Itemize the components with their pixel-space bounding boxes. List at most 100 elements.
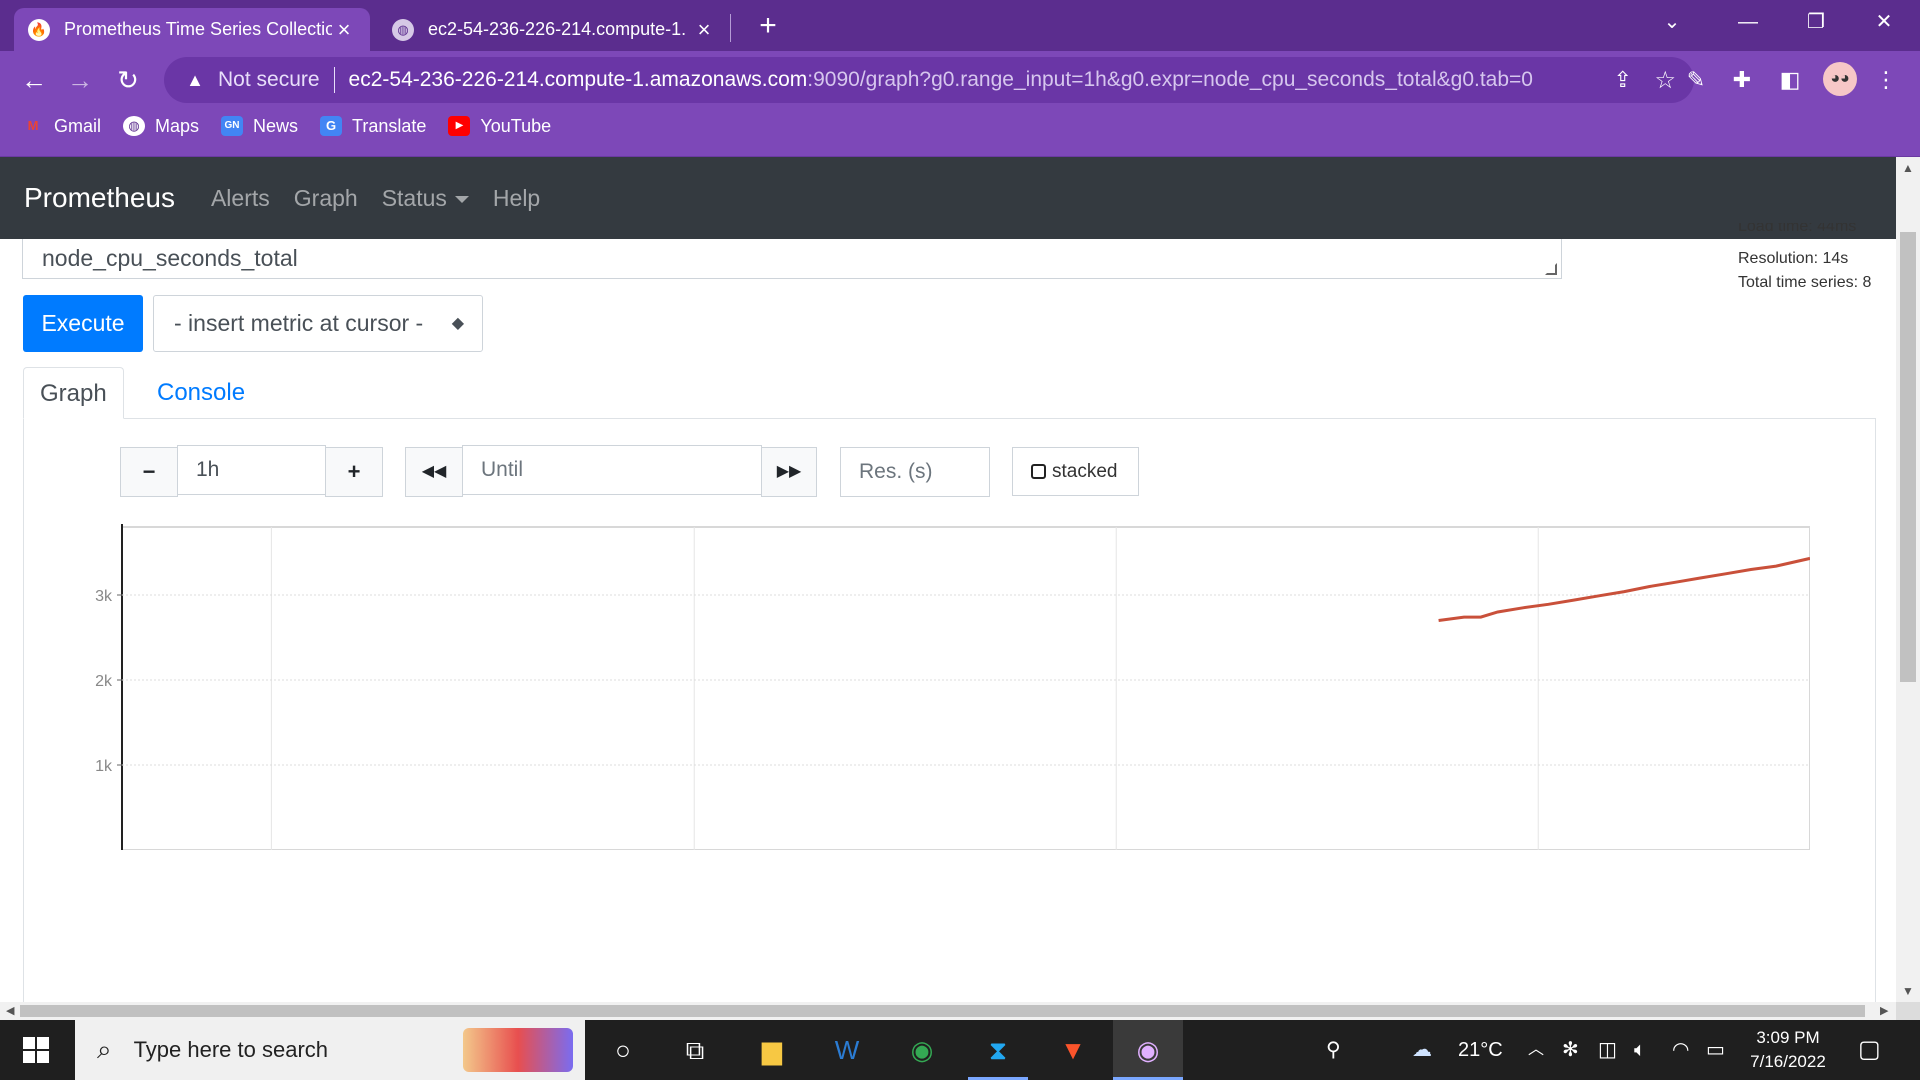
- bookmark-translate[interactable]: G Translate: [320, 116, 426, 137]
- bookmark-gmail[interactable]: M Gmail: [22, 116, 101, 137]
- graph-chart[interactable]: 3k 2k 1k: [70, 510, 1810, 850]
- chevron-up-icon[interactable]: ︿: [1528, 1020, 1544, 1080]
- clock-time: 3:09 PM: [1756, 1028, 1820, 1047]
- windows-start-icon[interactable]: [14, 1035, 58, 1065]
- news-icon: GN: [221, 116, 244, 136]
- vertical-scrollbar[interactable]: ▲ ▼: [1896, 157, 1920, 1002]
- decrease-range-button[interactable]: −: [120, 447, 178, 497]
- profile-avatar[interactable]: ◕◕: [1823, 62, 1857, 96]
- close-tab-icon[interactable]: ×: [332, 17, 356, 43]
- stacked-label: stacked: [1052, 461, 1118, 482]
- divider: [333, 67, 335, 93]
- query-stats: Load time: 44ms Resolution: 14s Total ti…: [1738, 223, 1871, 295]
- word-icon[interactable]: W: [817, 1020, 877, 1080]
- share-icon[interactable]: ⇪: [1614, 67, 1632, 93]
- metric-select-value: - insert metric at cursor -: [174, 310, 424, 336]
- until-input[interactable]: Until: [462, 445, 762, 495]
- cortana-icon[interactable]: ○: [593, 1020, 653, 1080]
- weather-temp[interactable]: 21°C: [1458, 1020, 1503, 1080]
- taskbar-search-box[interactable]: ⌕ Type here to search: [75, 1020, 585, 1080]
- forward-arrow-icon[interactable]: →: [60, 60, 100, 100]
- expression-input[interactable]: node_cpu_seconds_total: [22, 239, 1562, 279]
- meet-now-icon[interactable]: ◫: [1598, 1020, 1617, 1080]
- select-arrows-icon: ◆: [451, 315, 464, 332]
- bookmark-star-icon[interactable]: ☆: [1654, 66, 1676, 95]
- weather-cloud-icon[interactable]: ☁: [1412, 1020, 1432, 1080]
- scroll-left-icon[interactable]: ◀: [6, 1002, 14, 1020]
- search-highlight-art: [463, 1028, 573, 1072]
- metric-select[interactable]: - insert metric at cursor - ◆: [153, 295, 483, 352]
- people-icon[interactable]: ⚲: [1326, 1020, 1341, 1080]
- scroll-corner: [1896, 1002, 1920, 1020]
- nav-status[interactable]: Status: [382, 185, 469, 212]
- bookmark-news[interactable]: GN News: [221, 116, 298, 137]
- translate-icon: G: [320, 116, 343, 136]
- forward-in-time-button[interactable]: ▶▶: [761, 447, 817, 497]
- taskbar-clock[interactable]: 3:09 PM 7/16/2022: [1738, 1026, 1838, 1074]
- reload-icon[interactable]: ↻: [108, 60, 148, 100]
- increase-range-button[interactable]: +: [325, 447, 383, 497]
- notifications-icon[interactable]: ▢: [1858, 1020, 1881, 1080]
- tab-search-button[interactable]: ⌄: [1642, 0, 1702, 44]
- side-panel-icon[interactable]: ◧: [1770, 60, 1810, 100]
- stacked-toggle-button[interactable]: stacked: [1012, 447, 1139, 496]
- chrome-icon[interactable]: ◉: [892, 1020, 952, 1080]
- browser-toolbar: ← → ↻ ▲ Not secure ec2-54-236-226-214.co…: [0, 51, 1920, 157]
- chrome-profile-icon[interactable]: ◉: [1113, 1020, 1183, 1080]
- back-in-time-button[interactable]: ◀◀: [405, 447, 463, 497]
- y-tick-label: 1k: [95, 758, 113, 775]
- plot-area: [121, 526, 1810, 850]
- brand-logo-text[interactable]: Prometheus: [24, 182, 175, 214]
- bookmark-maps[interactable]: ◍ Maps: [123, 116, 199, 137]
- battery-icon[interactable]: ▭: [1706, 1020, 1725, 1080]
- slack-icon[interactable]: ✻: [1562, 1020, 1579, 1080]
- pen-extension-icon[interactable]: ✎: [1676, 60, 1716, 100]
- tab-graph[interactable]: Graph: [23, 367, 124, 419]
- windows-taskbar: ⌕ Type here to search ○ ⧉ ▆ W ◉ ⧗ ▼ ◉ ⚲ …: [0, 1020, 1920, 1080]
- browser-tab-ec2[interactable]: ◍ ec2-54-236-226-214.compute-1. ×: [378, 8, 730, 51]
- close-window-button[interactable]: ✕: [1854, 0, 1914, 44]
- wifi-icon[interactable]: ◠: [1672, 1020, 1689, 1080]
- scroll-down-icon[interactable]: ▼: [1896, 984, 1920, 998]
- youtube-icon: ▶: [448, 116, 471, 136]
- clock-date: 7/16/2022: [1750, 1052, 1826, 1071]
- bookmarks-bar: M Gmail ◍ Maps GN News G Translate ▶ You…: [0, 111, 551, 141]
- horizontal-scrollbar[interactable]: ◀ ▶: [0, 1002, 1896, 1020]
- nav-help[interactable]: Help: [493, 185, 540, 212]
- globe-icon: ◍: [123, 116, 146, 136]
- vscode-icon[interactable]: ⧗: [968, 1020, 1028, 1080]
- nav-graph[interactable]: Graph: [294, 185, 358, 212]
- panel-tabs: Graph Console: [23, 367, 1876, 419]
- file-explorer-icon[interactable]: ▆: [742, 1020, 802, 1080]
- y-tick-label: 3k: [95, 588, 113, 605]
- checkbox-icon: [1031, 464, 1046, 479]
- volume-icon[interactable]: 🔈︎: [1634, 1020, 1646, 1080]
- execute-button[interactable]: Execute: [23, 295, 143, 352]
- bookmark-youtube[interactable]: ▶ YouTube: [448, 116, 551, 137]
- scrollbar-thumb[interactable]: [20, 1005, 1865, 1017]
- load-time-text: Load time: 44ms: [1738, 223, 1857, 233]
- new-tab-button[interactable]: +: [750, 8, 786, 44]
- browser-tab-prometheus[interactable]: 🔥 Prometheus Time Series Collectio ×: [14, 8, 370, 51]
- task-view-icon[interactable]: ⧉: [665, 1020, 725, 1080]
- brave-icon[interactable]: ▼: [1043, 1020, 1103, 1080]
- address-bar[interactable]: ▲ Not secure ec2-54-236-226-214.compute-…: [164, 57, 1694, 103]
- minimize-button[interactable]: —: [1718, 0, 1778, 44]
- range-input[interactable]: 1h: [177, 445, 326, 495]
- scroll-right-icon[interactable]: ▶: [1880, 1002, 1888, 1020]
- restore-button[interactable]: ❐: [1786, 0, 1846, 44]
- warning-icon: ▲: [186, 69, 204, 90]
- back-arrow-icon[interactable]: ←: [14, 60, 54, 100]
- close-tab-icon[interactable]: ×: [692, 17, 716, 43]
- tab-separator: [730, 14, 731, 42]
- nav-alerts[interactable]: Alerts: [211, 185, 270, 212]
- kebab-menu-icon[interactable]: ⋮: [1866, 60, 1906, 100]
- scroll-up-icon[interactable]: ▲: [1896, 161, 1920, 175]
- resize-handle-icon[interactable]: [1545, 263, 1557, 275]
- scrollbar-thumb[interactable]: [1900, 232, 1916, 682]
- y-tick-label: 2k: [95, 673, 113, 690]
- gmail-icon: M: [27, 118, 39, 133]
- resolution-input[interactable]: Res. (s): [840, 447, 990, 497]
- tab-console[interactable]: Console: [141, 367, 261, 419]
- puzzle-extensions-icon[interactable]: ✚: [1722, 60, 1762, 100]
